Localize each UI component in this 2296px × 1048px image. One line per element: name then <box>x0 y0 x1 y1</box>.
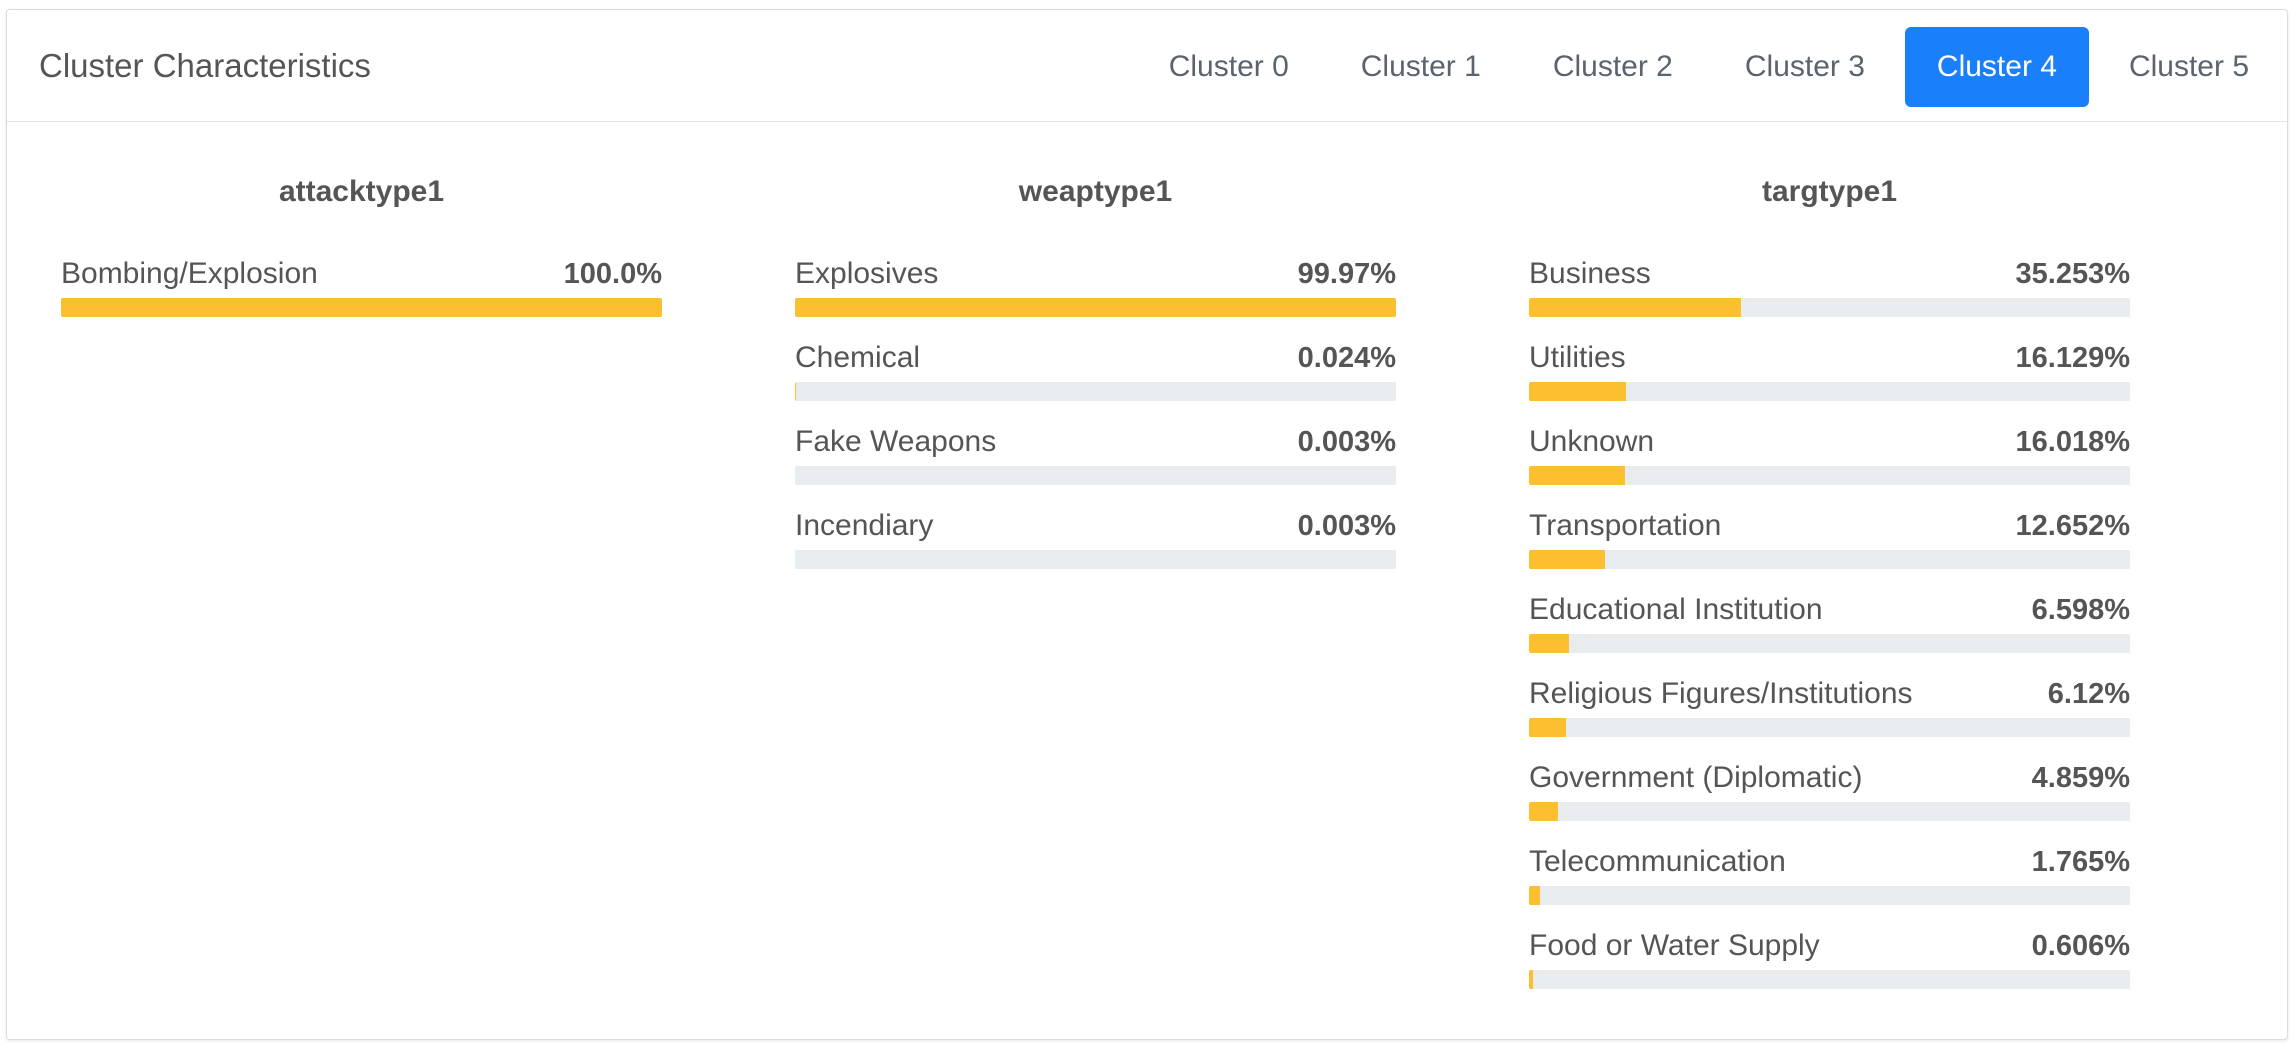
bar-label: Government (Diplomatic) <box>1529 761 1863 794</box>
bar-value: 16.129% <box>2015 342 2131 374</box>
column-title: weaptype1 <box>1018 175 1173 208</box>
bar-value: 16.018% <box>2015 426 2131 458</box>
progress-bar-track <box>1529 718 2130 737</box>
tab-cluster-0[interactable]: Cluster 0 <box>1137 27 1321 107</box>
bar-row: Bombing/Explosion 100.0% <box>61 256 662 340</box>
bar-value: 0.606% <box>2031 930 2130 962</box>
bar-row: Incendiary 0.003% <box>795 508 1396 592</box>
progress-bar-fill <box>795 298 1396 317</box>
bar-row: Explosives 99.97% <box>795 256 1396 340</box>
bar-row: Fake Weapons 0.003% <box>795 424 1396 508</box>
progress-bar-track <box>1529 298 2130 317</box>
cluster-characteristics-card: Cluster Characteristics Cluster 0 Cluste… <box>6 9 2288 1040</box>
progress-bar-track <box>795 382 1396 401</box>
progress-bar-fill <box>61 298 662 317</box>
progress-bar-track <box>1529 970 2130 989</box>
bar-label: Religious Figures/Institutions <box>1529 677 1913 710</box>
bar-row: Unknown 16.018% <box>1529 424 2130 508</box>
progress-bar-track <box>1529 550 2130 569</box>
bar-label: Educational Institution <box>1529 593 1823 626</box>
progress-bar-fill <box>1529 718 1566 737</box>
bar-label: Fake Weapons <box>795 425 997 458</box>
bar-value: 0.024% <box>1297 342 1396 374</box>
bar-row: Transportation 12.652% <box>1529 508 2130 592</box>
bar-label: Transportation <box>1529 509 1722 542</box>
bar-row: Telecommunication 1.765% <box>1529 844 2130 928</box>
bar-row: Utilities 16.129% <box>1529 340 2130 424</box>
progress-bar-track <box>795 550 1396 569</box>
column-title: targtype1 <box>1761 175 1898 208</box>
bar-label: Bombing/Explosion <box>61 257 318 290</box>
column-attacktype1: attacktype1 Bombing/Explosion 100.0% <box>61 172 662 340</box>
progress-bar-track <box>1529 886 2130 905</box>
progress-bar-track <box>1529 802 2130 821</box>
bar-label: Telecommunication <box>1529 845 1786 878</box>
progress-bar-fill <box>1529 634 1569 653</box>
bar-value: 100.0% <box>563 258 662 290</box>
progress-bar-track <box>1529 382 2130 401</box>
bar-row: Educational Institution 6.598% <box>1529 592 2130 676</box>
column-rows: Bombing/Explosion 100.0% <box>61 256 662 340</box>
bar-value: 6.12% <box>2047 678 2130 710</box>
card-header: Cluster Characteristics Cluster 0 Cluste… <box>7 10 2287 122</box>
bar-label: Utilities <box>1529 341 1626 374</box>
bar-row: Business 35.253% <box>1529 256 2130 340</box>
bar-value: 12.652% <box>2015 510 2131 542</box>
column-title: attacktype1 <box>278 175 445 208</box>
progress-bar-fill <box>1529 970 1533 989</box>
card-title: Cluster Characteristics <box>39 47 371 84</box>
cluster-tabs: Cluster 0 Cluster 1 Cluster 2 Cluster 3 … <box>1129 27 2281 107</box>
bar-value: 0.003% <box>1297 426 1396 458</box>
bar-value: 6.598% <box>2031 594 2130 626</box>
column-rows: Business 35.253% Utilities 16.129% Unknown 16… <box>1529 256 2130 1012</box>
tab-cluster-2[interactable]: Cluster 2 <box>1521 27 1705 107</box>
progress-bar-track <box>1529 466 2130 485</box>
progress-bar-fill <box>1529 466 1626 485</box>
progress-bar-track <box>795 466 1396 485</box>
bar-value: 0.003% <box>1297 510 1396 542</box>
tab-cluster-5[interactable]: Cluster 5 <box>2097 27 2281 107</box>
progress-bar-fill <box>1529 550 1606 569</box>
tab-cluster-3[interactable]: Cluster 3 <box>1713 27 1897 107</box>
bar-label: Unknown <box>1529 425 1655 458</box>
bar-label: Business <box>1529 257 1651 290</box>
bar-row: Religious Figures/Institutions 6.12% <box>1529 676 2130 760</box>
progress-bar-fill <box>1529 382 1626 401</box>
progress-bar-fill <box>1529 802 1559 821</box>
bar-value: 4.859% <box>2031 762 2130 794</box>
bar-label: Chemical <box>795 341 921 374</box>
progress-bar-track <box>1529 634 2130 653</box>
bar-label: Incendiary <box>795 509 934 542</box>
bar-label: Food or Water Supply <box>1529 929 1820 962</box>
bar-row: Chemical 0.024% <box>795 340 1396 424</box>
column-weaptype1: weaptype1 Explosives 99.97% Chemical 0.024%… <box>795 172 1396 592</box>
tab-cluster-1[interactable]: Cluster 1 <box>1329 27 1513 107</box>
progress-bar-track <box>795 298 1396 317</box>
column-targtype1: targtype1 Business 35.253% Utilities 16.129… <box>1529 172 2130 1012</box>
bar-row: Government (Diplomatic) 4.859% <box>1529 760 2130 844</box>
bar-row: Food or Water Supply 0.606% <box>1529 928 2130 1012</box>
progress-bar-fill <box>1529 886 1540 905</box>
bar-value: 99.97% <box>1297 258 1396 290</box>
bar-value: 35.253% <box>2015 258 2131 290</box>
progress-bar-fill <box>1529 298 1741 317</box>
bar-label: Explosives <box>795 257 939 290</box>
progress-bar-track <box>61 298 662 317</box>
column-rows: Explosives 99.97% Chemical 0.024% Fake Weapo… <box>795 256 1396 592</box>
tab-cluster-4[interactable]: Cluster 4 <box>1904 27 2089 107</box>
bar-value: 1.765% <box>2031 846 2130 878</box>
